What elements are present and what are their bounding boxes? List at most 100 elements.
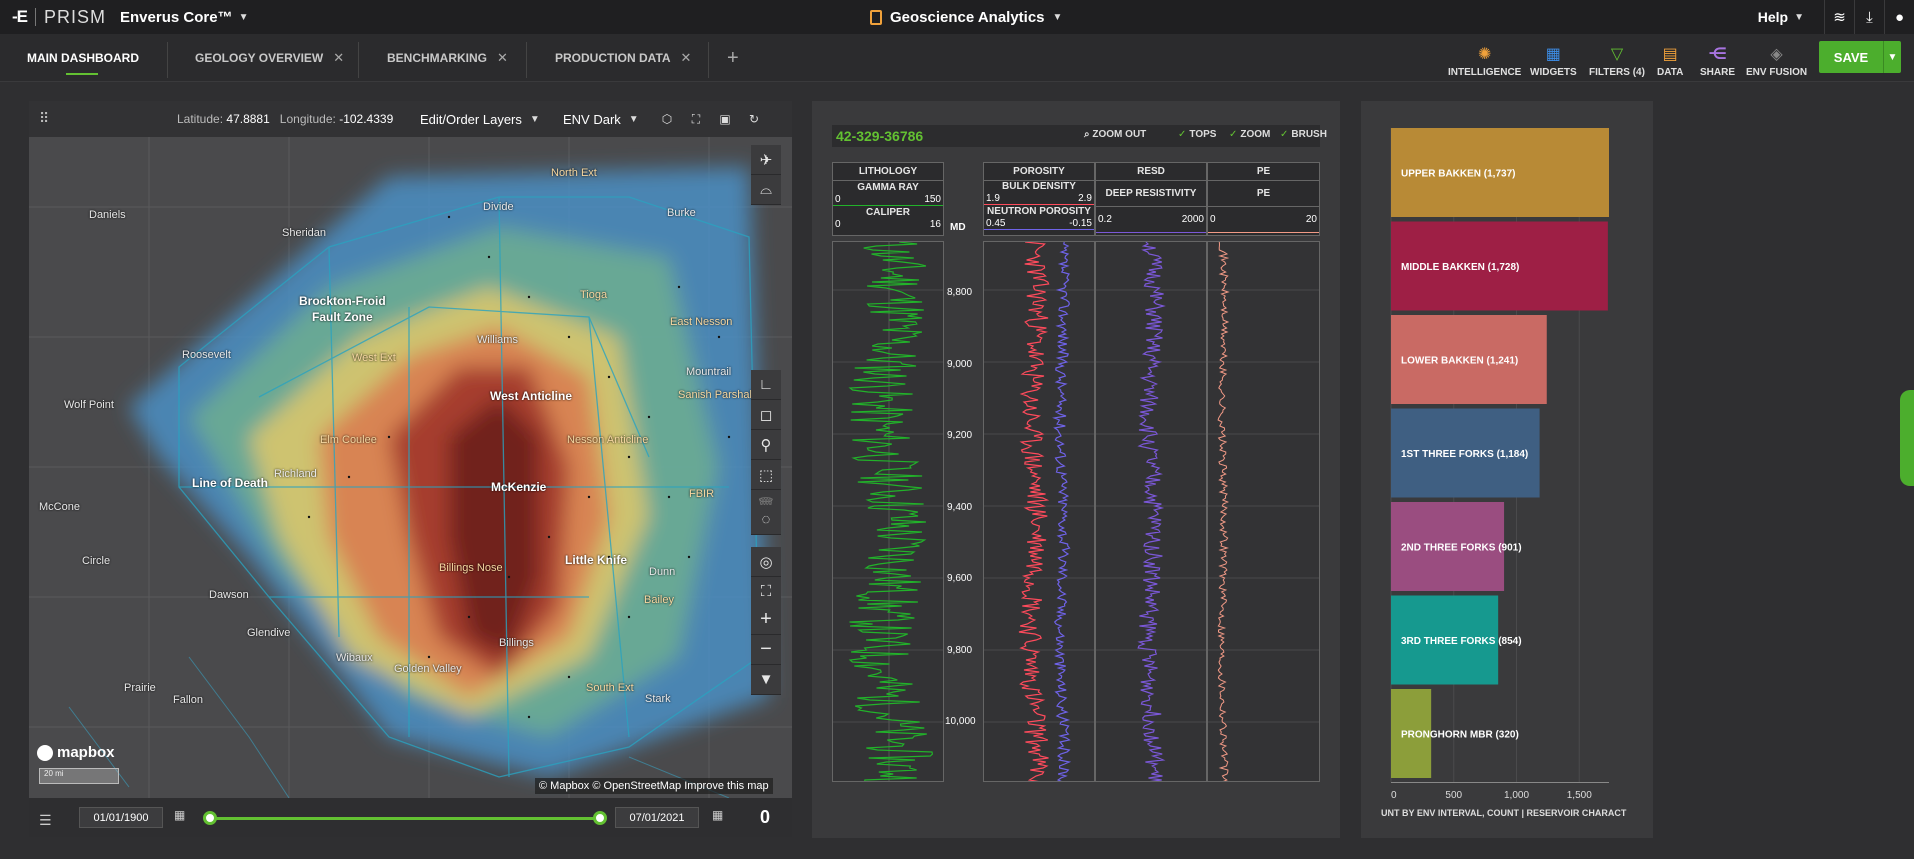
slider-start-handle[interactable] xyxy=(203,811,217,825)
zoom-out-button[interactable]: ⌕ ZOOM OUT xyxy=(1084,129,1146,140)
date-range-slider[interactable] xyxy=(210,817,600,820)
zoom-extent-icon[interactable]: ⛶ xyxy=(751,577,781,607)
check-icon: ✓ xyxy=(1229,129,1238,140)
map-label: Brockton-Froid xyxy=(299,294,386,308)
map-draw-tools: ∟ ◻ ⚲ ⬚ 🗑 xyxy=(751,370,781,520)
x-tick-label: 0 xyxy=(1391,790,1397,801)
well-api-number: 42-329-36786 xyxy=(836,128,924,144)
tab-label: MAIN DASHBOARD xyxy=(27,51,139,65)
map-label: Circle xyxy=(82,555,111,567)
depth-tick: 9,000 xyxy=(947,359,973,370)
share-button[interactable]: ⋲ SHARE xyxy=(1700,38,1735,78)
close-icon[interactable]: ✕ xyxy=(333,50,344,66)
caliper-max: 16 xyxy=(929,219,941,230)
tops-toggle[interactable]: ✓ TOPS xyxy=(1178,129,1216,140)
save-button[interactable]: SAVE xyxy=(1819,41,1883,73)
close-icon[interactable]: ✕ xyxy=(681,50,692,66)
zoom-toggle[interactable]: ✓ ZOOM xyxy=(1229,129,1270,140)
map-label: Elm Coulee xyxy=(320,434,377,446)
calendar-icon[interactable]: ▦ xyxy=(174,808,185,822)
edit-shape-icon[interactable]: ⬚ xyxy=(751,460,781,490)
tab-divider xyxy=(526,42,527,78)
tab-production-data[interactable]: PRODUCTION DATA ✕ xyxy=(555,34,691,82)
map-label: Golden Valley xyxy=(394,663,462,675)
intelligence-button[interactable]: ✺ INTELLIGENCE xyxy=(1448,38,1521,78)
map-lasso-tools: ◌ xyxy=(751,505,781,535)
start-date-input[interactable]: 01/01/1900 xyxy=(79,807,163,828)
zoom-out-icon[interactable]: − xyxy=(751,635,781,665)
brush-label: BRUSH xyxy=(1291,129,1327,140)
polygon-icon[interactable]: ◻ xyxy=(751,400,781,430)
depth-tick: 9,200 xyxy=(947,430,973,441)
map-canvas[interactable]: North Ext Divide Burke Daniels Sheridan … xyxy=(29,137,792,798)
pe-curve xyxy=(1208,242,1319,781)
lithology-track[interactable] xyxy=(832,241,944,782)
compass-icon[interactable]: ▼ xyxy=(751,665,781,695)
table-icon: ▤ xyxy=(1662,46,1678,63)
lasso-icon[interactable]: ◌ xyxy=(751,505,781,535)
end-date-input[interactable]: 07/01/2021 xyxy=(615,807,699,828)
brush-toggle[interactable]: ✓ BRUSH xyxy=(1280,129,1327,140)
lithology-title: LITHOLOGY xyxy=(833,163,943,181)
help-menu[interactable]: Help ▼ xyxy=(1758,9,1804,25)
tab-divider xyxy=(358,42,359,78)
calendar-icon[interactable]: ▦ xyxy=(712,808,723,822)
fullscreen-icon[interactable]: ⛶ xyxy=(686,109,706,129)
pe-track[interactable] xyxy=(1207,241,1320,782)
porosity-curves xyxy=(984,242,1094,781)
refresh-icon[interactable]: ↻ xyxy=(744,109,764,129)
satellite-icon[interactable]: ✈ xyxy=(751,145,781,175)
close-icon[interactable]: ✕ xyxy=(497,50,508,66)
tops-label: TOPS xyxy=(1189,129,1217,140)
cursor-coordinates: Latitude: 47.8881 Longitude: -102.4339 xyxy=(177,112,393,126)
map-label: Nesson Anticline xyxy=(567,434,649,446)
slider-end-handle[interactable] xyxy=(593,811,607,825)
neutron-porosity-line xyxy=(1052,242,1072,781)
map-attribution[interactable]: © Mapbox © OpenStreetMap Improve this ma… xyxy=(535,778,773,794)
map-label: Fallon xyxy=(173,694,203,706)
widgets-label: WIDGETS xyxy=(1530,67,1577,78)
map-label: West Anticline xyxy=(490,389,573,403)
drag-handle-icon[interactable]: ⠿ xyxy=(39,110,49,127)
workspace-title: Geoscience Analytics xyxy=(890,8,1045,26)
pin-icon[interactable]: ⚲ xyxy=(751,430,781,460)
ruler-icon[interactable]: ∟ xyxy=(751,370,781,400)
3d-cube-icon[interactable]: ⬡ xyxy=(657,109,677,129)
layers-icon[interactable]: ≋ xyxy=(1824,0,1854,34)
env-fusion-button[interactable]: ◈ ENV FUSION xyxy=(1746,38,1807,78)
help-label: Help xyxy=(1757,9,1789,25)
image-export-icon[interactable]: ▣ xyxy=(715,109,735,129)
product-selector[interactable]: Enverus Core™ ▼ xyxy=(120,9,248,26)
zoom-in-icon[interactable]: + xyxy=(751,605,781,635)
tab-divider xyxy=(708,42,709,78)
caret-down-icon: ▼ xyxy=(1052,11,1063,23)
map-style-dropdown[interactable]: ENV Dark ▼ xyxy=(563,109,639,129)
widgets-icon: ▦ xyxy=(1545,46,1561,63)
widgets-button[interactable]: ▦ WIDGETS xyxy=(1530,38,1577,78)
data-button[interactable]: ▤ DATA xyxy=(1657,38,1683,78)
legend-toggle-icon[interactable]: ☰ xyxy=(39,812,52,829)
app-logo[interactable]: -E PRISM xyxy=(12,7,106,28)
bar-label: LOWER BAKKEN (1,241) xyxy=(1401,356,1518,367)
map-label: Stark xyxy=(645,693,671,705)
save-options-dropdown[interactable]: ▼ xyxy=(1883,41,1901,73)
user-icon[interactable]: ● xyxy=(1884,0,1914,34)
intelligence-icon: ✺ xyxy=(1477,46,1492,63)
bar-label: 3RD THREE FORKS (854) xyxy=(1401,636,1522,647)
tab-geology-overview[interactable]: GEOLOGY OVERVIEW ✕ xyxy=(195,34,344,82)
map-label: Little Knife xyxy=(565,553,627,567)
porosity-track[interactable] xyxy=(983,241,1095,782)
filters-button[interactable]: ▽ FILTERS (4) xyxy=(1589,38,1645,78)
map-label: Dawson xyxy=(209,589,249,601)
add-tab-button[interactable]: + xyxy=(727,34,739,82)
filter-side-tab[interactable] xyxy=(1900,390,1914,486)
tab-benchmarking[interactable]: BENCHMARKING ✕ xyxy=(387,34,508,82)
gamma-ray-line xyxy=(848,242,934,781)
measure-icon[interactable]: ⌓ xyxy=(751,175,781,205)
download-icon[interactable]: ⤓ xyxy=(1854,0,1884,34)
map-label: Sheridan xyxy=(282,227,327,239)
edit-layers-dropdown[interactable]: Edit/Order Layers ▼ xyxy=(420,109,540,129)
workspace-selector[interactable]: Geoscience Analytics ▼ xyxy=(870,0,1062,34)
locate-icon[interactable]: ◎ xyxy=(751,547,781,577)
resistivity-track[interactable] xyxy=(1095,241,1207,782)
